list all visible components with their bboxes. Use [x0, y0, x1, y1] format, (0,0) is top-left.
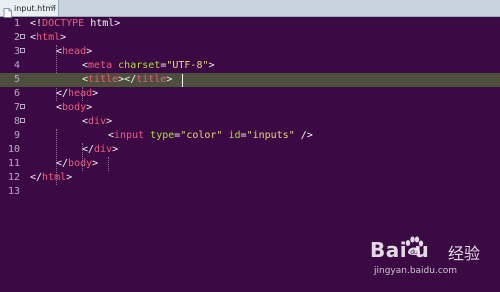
code-line[interactable]: 10 </div> — [0, 143, 500, 157]
code-line[interactable]: 13 — [0, 185, 500, 199]
code-line[interactable]: 2 <html> — [0, 31, 500, 45]
code-text: </html> — [30, 172, 73, 183]
fold-icon[interactable] — [20, 104, 25, 109]
code-text: <!DOCTYPE html> — [30, 18, 121, 29]
fold-icon[interactable] — [20, 48, 25, 53]
code-line[interactable]: 6 </head> — [0, 87, 500, 101]
code-text: </head> — [56, 88, 99, 99]
line-number: 8 — [13, 116, 20, 127]
file-icon — [3, 3, 12, 18]
close-icon[interactable]: × — [51, 4, 58, 11]
svg-text:du: du — [410, 249, 418, 256]
line-number: 7 — [13, 102, 20, 113]
text-cursor — [182, 74, 183, 87]
code-line[interactable]: 3 <head> — [0, 45, 500, 59]
code-text: <input type="color" id="inputs" /> — [108, 130, 313, 141]
line-number: 4 — [13, 60, 20, 71]
fold-icon[interactable] — [20, 118, 25, 123]
code-line-current[interactable]: 5 <title></title> — [0, 73, 500, 87]
line-number: 11 — [7, 158, 20, 169]
watermark-url: jingyan.baidu.com — [374, 266, 458, 276]
tab-input-html[interactable]: input.html × — [0, 0, 59, 18]
code-line[interactable]: 1 <!DOCTYPE html> — [0, 17, 500, 31]
fold-icon[interactable] — [20, 34, 25, 39]
code-text: <body> — [56, 102, 93, 113]
code-line[interactable]: 8 <div> — [0, 115, 500, 129]
line-number: 13 — [7, 186, 20, 197]
line-number: 9 — [13, 130, 20, 141]
code-text: <div> — [82, 116, 113, 127]
line-number: 2 — [13, 32, 20, 43]
line-number: 1 — [13, 18, 20, 29]
line-number: 5 — [13, 74, 20, 85]
code-text: <title></title> — [82, 74, 173, 85]
baidu-jingyan-watermark: Bai u du 经验 jingyan.baidu.com — [370, 236, 490, 284]
code-line[interactable]: 4 <meta charset="UTF-8"> — [0, 59, 500, 73]
watermark-cn: 经验 — [448, 244, 481, 263]
tab-bar: input.html × — [0, 0, 500, 18]
code-line[interactable]: 9 <input type="color" id="inputs" /> — [0, 129, 500, 143]
code-text: <html> — [30, 32, 67, 43]
code-text: </body> — [56, 158, 99, 169]
code-text: <meta charset="UTF-8"> — [82, 60, 215, 71]
code-line[interactable]: 11 </body> — [0, 157, 500, 171]
code-text: <head> — [56, 46, 93, 57]
line-number: 10 — [7, 144, 20, 155]
line-number: 6 — [13, 88, 20, 99]
paw-icon: du — [404, 236, 424, 258]
line-number: 3 — [13, 46, 20, 57]
code-text: </div> — [82, 144, 119, 155]
tab-label: input.html — [14, 3, 56, 13]
line-number: 12 — [7, 172, 20, 183]
code-line[interactable]: 7 <body> — [0, 101, 500, 115]
code-line[interactable]: 12 </html> — [0, 171, 500, 185]
